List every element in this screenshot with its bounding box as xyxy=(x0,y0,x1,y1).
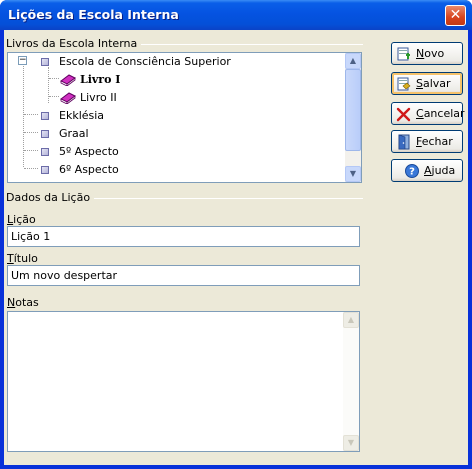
tree-item-label: 5º Aspecto xyxy=(59,145,119,158)
tree-item-livro-i[interactable]: Livro I xyxy=(8,71,338,89)
notas-label: Notas xyxy=(7,296,39,309)
square-node-icon xyxy=(41,112,49,120)
exit-door-icon xyxy=(398,134,410,150)
tree-item-label: Ekklésia xyxy=(59,109,105,122)
new-document-icon xyxy=(397,47,410,61)
help-icon: ? xyxy=(405,164,419,178)
notas-scrollbar: ▲ ▼ xyxy=(343,312,359,451)
book-icon xyxy=(60,92,76,104)
dialog-body: Livros da Escola Interna − Escola de Con… xyxy=(4,30,468,465)
novo-button[interactable]: Novo xyxy=(391,42,463,65)
scroll-down-icon[interactable]: ▼ xyxy=(345,166,361,182)
tree-scrollbar[interactable]: ▲ ▼ xyxy=(345,53,361,182)
square-node-icon xyxy=(41,130,49,138)
licao-field[interactable]: Lição 1 xyxy=(7,226,360,247)
tree-item-escola[interactable]: Escola de Consciência Superior xyxy=(8,53,338,71)
square-node-icon xyxy=(41,58,49,66)
ajuda-button[interactable]: ? Ajuda xyxy=(391,159,463,182)
tree-item-ekklesia[interactable]: Ekklésia xyxy=(8,107,338,125)
svg-text:?: ? xyxy=(409,167,415,178)
notas-textarea[interactable]: ▲ ▼ xyxy=(7,311,360,452)
scroll-down-icon: ▼ xyxy=(343,435,359,451)
close-button[interactable]: ✕ xyxy=(445,5,466,26)
scroll-thumb[interactable] xyxy=(345,69,361,151)
window-title: Lições da Escola Interna xyxy=(8,7,179,22)
cancel-icon xyxy=(396,107,411,122)
tree-item-label: Escola de Consciência Superior xyxy=(59,55,231,68)
tree-item-label: Livro II xyxy=(80,91,117,104)
tree-item-label: 6º Aspecto xyxy=(59,163,119,176)
tree-item-5-aspecto[interactable]: 5º Aspecto xyxy=(8,143,338,161)
tree-item-label: Livro I xyxy=(80,73,121,86)
square-node-icon xyxy=(41,148,49,156)
titulo-label: Título xyxy=(7,252,38,265)
lesson-group-label: Dados da Lição xyxy=(6,191,95,204)
scroll-up-icon: ▲ xyxy=(343,312,359,328)
tree-item-livro-ii[interactable]: Livro II xyxy=(8,89,338,107)
square-node-icon xyxy=(41,166,49,174)
tree-item-graal[interactable]: Graal xyxy=(8,125,338,143)
licao-label: Lição xyxy=(7,213,36,226)
title-bar[interactable]: Lições da Escola Interna ✕ xyxy=(0,0,472,30)
salvar-button[interactable]: Salvar xyxy=(391,72,463,95)
tree-item-6-aspecto[interactable]: 6º Aspecto xyxy=(8,161,338,179)
tree-item-label: Graal xyxy=(59,127,89,140)
book-icon xyxy=(60,74,76,86)
fechar-button[interactable]: Fechar xyxy=(391,130,463,153)
books-tree[interactable]: − Escola de Consciência Superior Livro I xyxy=(7,52,362,183)
dialog-window: Lições da Escola Interna ✕ Livros da Esc… xyxy=(0,0,472,469)
scroll-up-icon[interactable]: ▲ xyxy=(345,53,361,69)
save-icon xyxy=(397,77,411,91)
books-group-label: Livros da Escola Interna xyxy=(6,37,142,50)
cancelar-button[interactable]: Cancelar xyxy=(391,102,465,125)
titulo-field[interactable]: Um novo despertar xyxy=(7,265,360,286)
